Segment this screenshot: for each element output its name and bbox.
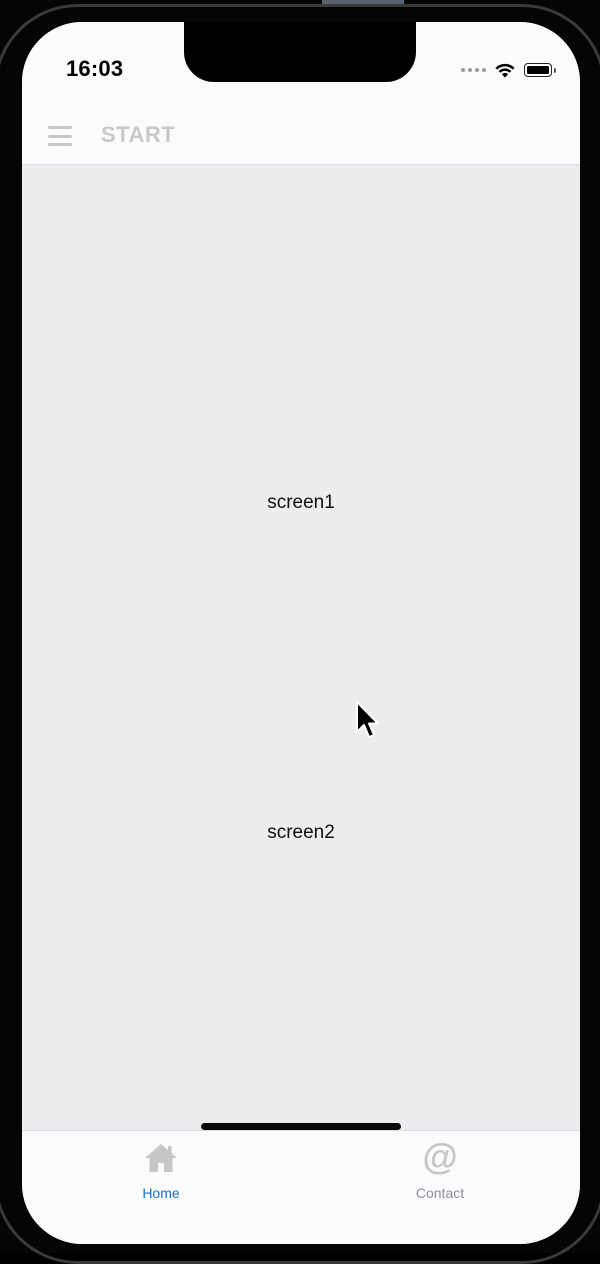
screen1-label: screen1 — [267, 492, 335, 513]
device-frame: 16:03 START screen1 screen2 Home @ Conta… — [0, 0, 600, 1264]
notch — [184, 22, 416, 82]
tab-contact[interactable]: @ Contact — [350, 1131, 530, 1211]
tab-contact-label: Contact — [415, 1185, 465, 1201]
app-header: START — [22, 118, 580, 165]
page-title: START — [101, 122, 176, 147]
bottom-tab-bar: Home @ Contact — [22, 1130, 580, 1244]
at-sign-icon: @ — [422, 1141, 457, 1175]
signal-dots-icon — [461, 68, 486, 72]
status-bar: 16:03 — [22, 22, 580, 118]
device-screen: 16:03 START screen1 screen2 Home @ Conta… — [22, 22, 580, 1244]
status-icons — [461, 60, 556, 80]
home-icon — [145, 1144, 177, 1172]
mouse-cursor-icon — [356, 701, 379, 738]
tab-home-label: Home — [142, 1185, 180, 1201]
screen2-label: screen2 — [267, 822, 335, 843]
status-time: 16:03 — [66, 56, 124, 81]
main-content: screen1 screen2 — [22, 165, 580, 1130]
tab-home[interactable]: Home — [71, 1131, 251, 1211]
battery-icon — [524, 63, 556, 77]
wifi-icon — [495, 63, 515, 78]
hamburger-menu-icon[interactable] — [48, 126, 72, 146]
home-indicator[interactable] — [201, 1123, 401, 1130]
svg-text:@: @ — [422, 1141, 457, 1175]
